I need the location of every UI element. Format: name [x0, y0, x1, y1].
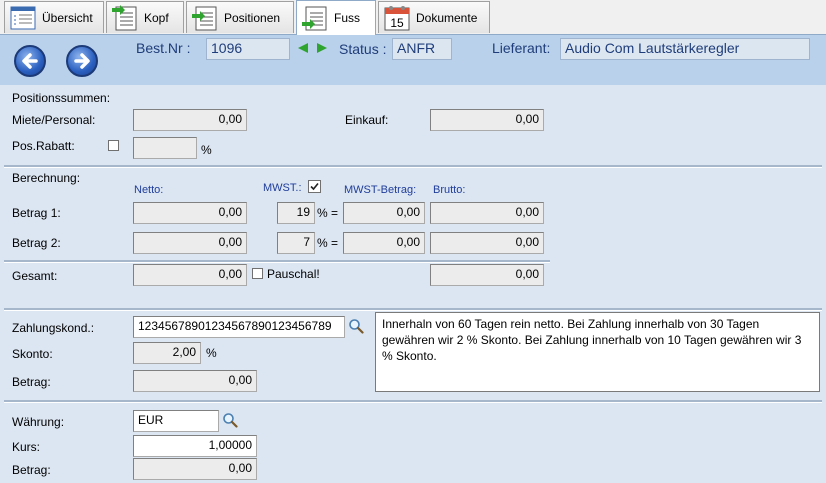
- currency-amount-field[interactable]: 0,00: [133, 458, 257, 480]
- skonto-percent: %: [206, 346, 217, 360]
- divider: [4, 165, 822, 168]
- total-label: Gesamt:: [12, 269, 58, 283]
- tab-overview-label: Übersicht: [42, 10, 93, 25]
- amount1-rate-field[interactable]: 19: [277, 202, 315, 224]
- calculation-panel: Berechnung: Netto: MWST.: MWST-Betrag: B…: [0, 165, 826, 308]
- flat-label: Pauschal!: [267, 267, 320, 281]
- skonto-label: Skonto:: [12, 347, 53, 361]
- header-band: Best.Nr : 1096 Status : ANFR Lieferant: …: [0, 35, 826, 85]
- amount1-net-field[interactable]: 0,00: [133, 202, 247, 224]
- supplier-field[interactable]: Audio Com Lautstärkeregler: [560, 38, 810, 60]
- tab-documents[interactable]: 15 Dokumente: [378, 1, 490, 33]
- col-vat-amount: MWST-Betrag:: [344, 184, 417, 196]
- tab-head[interactable]: Kopf: [106, 1, 184, 33]
- tab-footer[interactable]: Fuss: [296, 0, 376, 35]
- total-net-field[interactable]: 0,00: [133, 264, 247, 286]
- currency-label: Währung:: [12, 415, 65, 429]
- tab-positions-label: Positionen: [224, 10, 281, 25]
- head-icon: [110, 4, 140, 32]
- tab-documents-label: Dokumente: [416, 10, 478, 25]
- tab-bar: Übersicht Kopf Positionen Fuss 15 Dokume…: [0, 0, 826, 35]
- calendar-icon: 15: [382, 4, 412, 32]
- tab-overview[interactable]: Übersicht: [4, 1, 104, 33]
- currency-field[interactable]: EUR: [133, 410, 219, 432]
- tab-footer-label: Fuss: [334, 11, 361, 25]
- arrow-left-icon: [22, 53, 38, 69]
- rent-field[interactable]: 0,00: [133, 109, 247, 131]
- status-field[interactable]: ANFR: [392, 38, 452, 60]
- amount2-pct-eq: % =: [317, 236, 339, 250]
- amount2-net-field[interactable]: 0,00: [133, 232, 247, 254]
- divider: [4, 400, 822, 403]
- terms-field[interactable]: 12345678901234567890123456789: [133, 316, 345, 338]
- amount2-rate-field[interactable]: 7: [277, 232, 315, 254]
- discount-label: Pos.Rabatt:: [12, 139, 75, 153]
- currency-amount-label: Betrag:: [12, 463, 51, 477]
- flat-checkbox[interactable]: [252, 268, 263, 279]
- amount1-gross-field[interactable]: 0,00: [430, 202, 544, 224]
- terms-label: Zahlungskond.:: [12, 321, 95, 335]
- payment-panel: Zahlungskond.: 1234567890123456789012345…: [0, 308, 826, 400]
- status-label: Status :: [339, 41, 387, 57]
- discount-field[interactable]: [133, 137, 197, 159]
- back-button[interactable]: [14, 45, 46, 77]
- discount-percent: %: [201, 143, 212, 157]
- tab-head-label: Kopf: [144, 10, 169, 25]
- vat-checkbox[interactable]: [308, 180, 321, 193]
- amount2-label: Betrag 2:: [12, 236, 61, 250]
- arrow-right-icon: [74, 53, 90, 69]
- exchange-rate-field[interactable]: 1,00000: [133, 435, 257, 457]
- total-gross-field[interactable]: 0,00: [430, 264, 544, 286]
- forward-button[interactable]: [66, 45, 98, 77]
- calendar-day: 15: [390, 16, 404, 30]
- rent-label: Miete/Personal:: [12, 113, 96, 127]
- positions-icon: [190, 4, 220, 32]
- order-no-label: Best.Nr :: [136, 40, 191, 56]
- search-icon[interactable]: [222, 412, 238, 428]
- currency-panel: Währung: EUR Kurs: 1,00000 Betrag: 0,00: [0, 400, 826, 483]
- amount2-gross-field[interactable]: 0,00: [430, 232, 544, 254]
- calc-title: Berechnung:: [12, 171, 81, 185]
- amount2-vat-field[interactable]: 0,00: [343, 232, 425, 254]
- payment-amount-label: Betrag:: [12, 375, 51, 389]
- payment-amount-field[interactable]: 0,00: [133, 370, 257, 392]
- col-net: Netto:: [134, 184, 164, 196]
- checkmark-icon: [310, 182, 319, 191]
- purchase-label: Einkauf:: [345, 113, 389, 127]
- discount-checkbox[interactable]: [108, 140, 119, 151]
- divider: [4, 308, 822, 311]
- positions-title: Positionssummen:: [12, 91, 111, 105]
- amount1-pct-eq: % =: [317, 206, 339, 220]
- col-gross: Brutto:: [433, 184, 466, 196]
- col-vat: MWST.:: [263, 182, 302, 194]
- next-arrow-icon[interactable]: [316, 42, 328, 54]
- prev-arrow-icon[interactable]: [297, 42, 309, 54]
- supplier-label: Lieferant:: [492, 40, 551, 56]
- exchange-rate-label: Kurs:: [12, 440, 41, 454]
- tab-positions[interactable]: Positionen: [186, 1, 294, 33]
- footer-icon: [300, 4, 330, 32]
- overview-icon: [8, 4, 38, 32]
- search-icon[interactable]: [348, 318, 364, 334]
- skonto-field[interactable]: 2,00: [133, 342, 201, 364]
- amount1-vat-field[interactable]: 0,00: [343, 202, 425, 224]
- positions-panel: Positionssummen: Miete/Personal: 0,00 Ei…: [0, 85, 826, 165]
- purchase-field[interactable]: 0,00: [430, 109, 544, 131]
- terms-text[interactable]: Innerhaln von 60 Tagen rein netto. Bei Z…: [375, 312, 820, 392]
- total-divider: [4, 260, 550, 263]
- amount1-label: Betrag 1:: [12, 206, 61, 220]
- order-no-field[interactable]: 1096: [206, 38, 290, 60]
